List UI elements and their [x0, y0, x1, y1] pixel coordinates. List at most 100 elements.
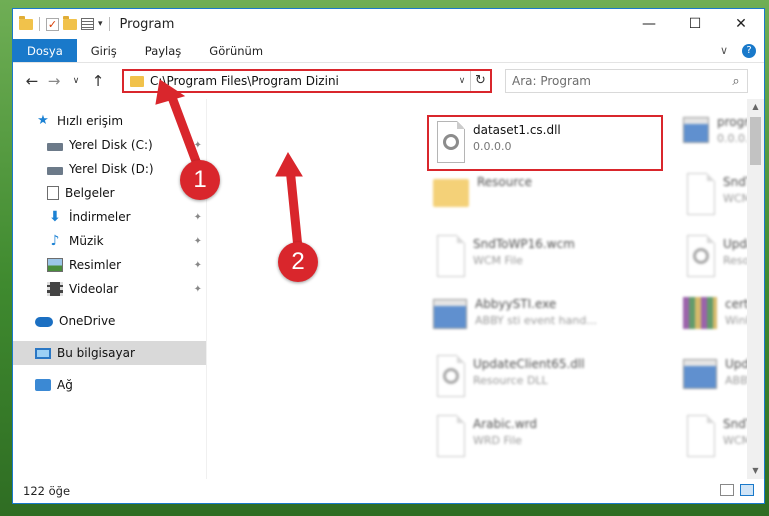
download-icon: ⬇: [49, 209, 61, 225]
pin-icon[interactable]: ✦: [194, 260, 202, 271]
refresh-button[interactable]: ↻: [470, 71, 490, 91]
sidebar-item-label: Hızlı erişim: [57, 114, 124, 128]
quick-access-toolbar: ✓ ▾: [13, 9, 112, 39]
cloud-icon: [35, 317, 53, 327]
sidebar-item-network[interactable]: Ağ: [13, 373, 206, 397]
folder-icon: [19, 15, 33, 30]
folder-icon: [433, 179, 469, 207]
window-controls: — ☐ ✕: [626, 9, 764, 39]
file-type: WCM File: [473, 254, 523, 267]
sidebar-item-label: Videolar: [69, 282, 119, 296]
checkmark-icon[interactable]: ✓: [46, 17, 59, 31]
scroll-thumb[interactable]: [750, 117, 761, 165]
sidebar-item-documents[interactable]: Belgeler ✦: [13, 181, 206, 205]
videos-icon: [47, 282, 63, 296]
tab-share[interactable]: Paylaş: [131, 39, 196, 62]
file-type: Resource DLL: [473, 374, 548, 387]
file-icon: [687, 173, 715, 215]
pin-icon[interactable]: ✦: [194, 236, 202, 247]
forward-button[interactable]: →: [43, 72, 65, 90]
sidebar-item-label: Resimler: [69, 258, 122, 272]
sidebar-item-local-disk-c[interactable]: Yerel Disk (C:) ✦: [13, 133, 206, 157]
sidebar-item-label: Yerel Disk (D:): [69, 162, 154, 176]
network-icon: [35, 379, 51, 391]
minimize-button[interactable]: —: [626, 9, 672, 39]
customize-toolbar-icon[interactable]: ▾: [98, 19, 103, 29]
callout-1: 1: [180, 160, 220, 200]
search-input[interactable]: Ara: Program: [512, 74, 725, 88]
documents-icon: [47, 186, 59, 200]
file-item[interactable]: SndToWP16.wcm WCM File: [433, 231, 663, 281]
navigation-bar: ← → ∨ ↑ C:\Program Files\Program Dizini …: [13, 63, 764, 99]
maximize-button[interactable]: ☐: [672, 9, 718, 39]
file-name: Resource: [477, 175, 533, 189]
view-toggle: [720, 484, 754, 496]
tiles-view-icon[interactable]: [740, 484, 754, 496]
expand-ribbon-icon[interactable]: ∨: [720, 39, 728, 63]
back-button[interactable]: ←: [21, 72, 43, 90]
explorer-window: ✓ ▾ Program — ☐ ✕ Dosya Giriş Paylaş Gör…: [12, 8, 765, 504]
sidebar-item-this-pc[interactable]: Bu bilgisayar: [13, 341, 206, 365]
sidebar-item-label: İndirmeler: [69, 210, 131, 224]
sidebar-item-label: Yerel Disk (C:): [69, 138, 153, 152]
sidebar-item-quick-access[interactable]: ★ Hızlı erişim: [13, 109, 206, 133]
item-count: 122 öğe: [23, 484, 71, 498]
computer-icon: [35, 347, 51, 359]
sidebar-item-label: Belgeler: [65, 186, 115, 200]
navigation-pane: ★ Hızlı erişim Yerel Disk (C:) ✦ Yerel D…: [13, 99, 207, 479]
recent-locations-button[interactable]: ∨: [65, 76, 87, 86]
sidebar-item-label: OneDrive: [59, 314, 116, 328]
sidebar-item-music[interactable]: ♪ Müzik ✦: [13, 229, 206, 253]
pin-icon[interactable]: ✦: [194, 284, 202, 295]
address-dropdown-icon[interactable]: ∨: [454, 76, 470, 86]
folder-icon: [130, 75, 144, 87]
disk-icon: [47, 166, 63, 175]
file-item[interactable]: Arabic.wrd WRD File: [433, 411, 663, 461]
pictures-icon: [47, 258, 63, 272]
file-type: WRD File: [473, 434, 522, 447]
scroll-down-icon[interactable]: ▼: [747, 463, 764, 479]
tab-view[interactable]: Görünüm: [195, 39, 277, 62]
title-bar: ✓ ▾ Program — ☐ ✕: [13, 9, 764, 39]
file-icon: [437, 235, 465, 277]
exe-file-icon: [683, 359, 717, 389]
star-icon: ★: [37, 113, 49, 128]
details-view-icon[interactable]: [720, 484, 734, 496]
file-name: UpdateClient65.dll: [473, 357, 585, 371]
up-button[interactable]: ↑: [87, 72, 109, 90]
sidebar-item-videos[interactable]: Videolar ✦: [13, 277, 206, 301]
pin-icon[interactable]: ✦: [194, 212, 202, 223]
sidebar-item-pictures[interactable]: Resimler ✦: [13, 253, 206, 277]
properties-icon[interactable]: [81, 18, 94, 30]
vertical-scrollbar[interactable]: ▲ ▼: [747, 99, 764, 479]
address-path[interactable]: C:\Program Files\Program Dizini: [150, 74, 454, 88]
music-icon: ♪: [50, 233, 60, 249]
sidebar-item-downloads[interactable]: ⬇ İndirmeler ✦: [13, 205, 206, 229]
pin-icon[interactable]: ✦: [194, 140, 202, 151]
new-folder-icon[interactable]: [63, 15, 77, 30]
tab-file[interactable]: Dosya: [13, 39, 77, 62]
status-bar: 122 öğe: [13, 479, 764, 503]
file-name: AbbyySTI.exe: [475, 297, 557, 311]
search-box[interactable]: Ara: Program ⌕: [505, 69, 748, 93]
exe-file-icon: [683, 117, 709, 143]
close-button[interactable]: ✕: [718, 9, 764, 39]
scroll-up-icon[interactable]: ▲: [747, 99, 764, 115]
ribbon-right: ∨ ?: [720, 39, 756, 63]
file-list: dataset1.cs.dll 0.0.0.0 program.exe 0.0.…: [207, 99, 764, 479]
sidebar-item-local-disk-d[interactable]: Yerel Disk (D:): [13, 157, 206, 181]
sidebar-item-label: Ağ: [57, 378, 73, 392]
tab-home[interactable]: Giriş: [77, 39, 131, 62]
help-icon[interactable]: ?: [742, 44, 756, 58]
dll-file-icon: [687, 235, 715, 277]
file-item[interactable]: AbbyySTI.exe ABBY sti event hand...: [433, 291, 663, 341]
sidebar-item-onedrive[interactable]: OneDrive: [13, 309, 206, 333]
file-item[interactable]: Resource: [433, 169, 663, 219]
search-icon[interactable]: ⌕: [725, 74, 747, 89]
archive-file-icon: [683, 297, 717, 329]
sidebar-item-label: Müzik: [69, 234, 104, 248]
disk-icon: [47, 142, 63, 151]
address-bar[interactable]: C:\Program Files\Program Dizini ∨ ↻: [122, 69, 492, 93]
toolbar-divider: [108, 17, 110, 31]
file-item[interactable]: UpdateClient65.dll Resource DLL: [433, 351, 663, 401]
